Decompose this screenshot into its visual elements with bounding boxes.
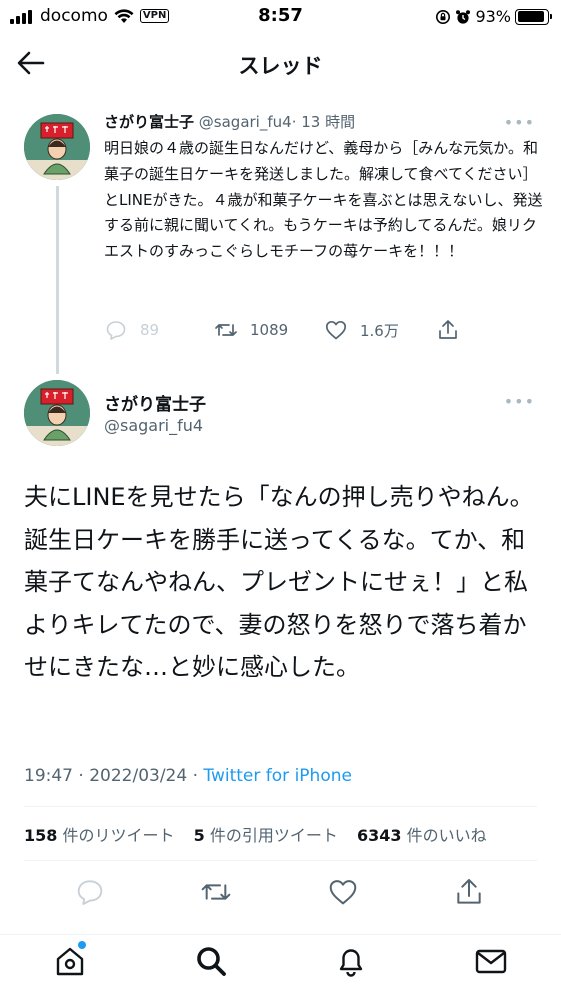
thread-screen: docomo VPN 8:57 93% スレッド さがり富士子 @sagari_… [0, 0, 561, 998]
avatar-illustration [24, 114, 90, 180]
alarm-icon [456, 9, 471, 24]
like-stat[interactable]: 6343 件のいいね [357, 826, 487, 845]
bell-icon [339, 949, 363, 977]
status-right: 93% [435, 7, 552, 26]
tweet-time[interactable]: · 13 時間 [292, 113, 355, 131]
like-button[interactable] [327, 876, 359, 908]
bottom-nav [0, 934, 561, 998]
quote-stat[interactable]: 5 件の引用ツイート [194, 826, 338, 845]
battery-fill [517, 11, 545, 22]
nav-search[interactable] [193, 943, 229, 979]
status-bar: docomo VPN 8:57 93% [0, 0, 561, 34]
reply-button[interactable]: 89 [104, 318, 159, 342]
retweet-icon [201, 884, 231, 900]
header: スレッド [0, 38, 561, 88]
retweet-stat[interactable]: 158 件のリツイート [24, 826, 175, 845]
reply-button[interactable] [74, 876, 106, 908]
retweet-button[interactable]: 1089 [214, 318, 288, 342]
retweet-count: 1089 [250, 321, 289, 339]
avatar[interactable] [24, 380, 90, 446]
like-count: 1.6万 [360, 321, 399, 340]
more-options-icon[interactable]: ••• [504, 113, 535, 132]
tweet-actions: 89 1089 1.6万 [104, 318, 484, 346]
search-icon [197, 947, 226, 976]
share-button[interactable] [436, 318, 460, 342]
share-icon [457, 879, 481, 904]
tweet-meta: さがり富士子 @sagari_fu4· 13 時間 [104, 111, 355, 132]
more-options-icon[interactable]: ••• [504, 392, 535, 411]
divider [24, 860, 537, 861]
notification-dot [78, 941, 86, 949]
author-name[interactable]: さがり富士子 [104, 113, 194, 131]
tweet-date[interactable]: 19:47 · 2022/03/24 · [24, 766, 203, 786]
avatar-illustration [24, 380, 90, 446]
orientation-lock-icon [436, 9, 451, 24]
nav-messages[interactable] [473, 943, 509, 979]
like-button[interactable]: 1.6万 [324, 318, 399, 342]
nav-notifications[interactable] [333, 943, 369, 979]
author-handle[interactable]: @sagari_fu4 [104, 416, 203, 435]
reply-count: 89 [140, 321, 160, 339]
divider [24, 806, 537, 807]
page-title: スレッド [238, 54, 323, 78]
tweet-text: 夫にLINEを見せたら「なんの押し売りやねん。誕生日ケーキを勝手に送ってくるな。… [24, 483, 534, 681]
share-button[interactable] [453, 876, 485, 908]
avatar[interactable] [24, 114, 90, 180]
share-icon [439, 320, 457, 339]
tweet-text: 明日娘の４歳の誕生日なんだけど、義母から［みんな元気か。和菓子の誕生日ケーキを発… [104, 139, 543, 261]
tweet-stats: 158 件のリツイート 5 件の引用ツイート 6343 件のいいね [24, 822, 487, 846]
mail-icon [475, 949, 507, 974]
tweet-timestamp: 19:47 · 2022/03/24 · Twitter for iPhone [24, 766, 352, 786]
battery-percent: 93% [475, 7, 511, 26]
retweet-button[interactable] [200, 876, 232, 908]
reply-icon [106, 321, 126, 340]
battery-icon [515, 8, 552, 25]
thread-connector [56, 186, 59, 374]
author-name[interactable]: さがり富士子 [104, 390, 206, 415]
retweet-icon [215, 324, 237, 336]
author-handle[interactable]: @sagari_fu4 [199, 113, 292, 131]
reply-icon [77, 880, 103, 905]
tweet-client[interactable]: Twitter for iPhone [203, 766, 352, 786]
heart-icon [329, 880, 357, 905]
main-tweet-actions [0, 876, 561, 910]
heart-icon [325, 320, 347, 340]
